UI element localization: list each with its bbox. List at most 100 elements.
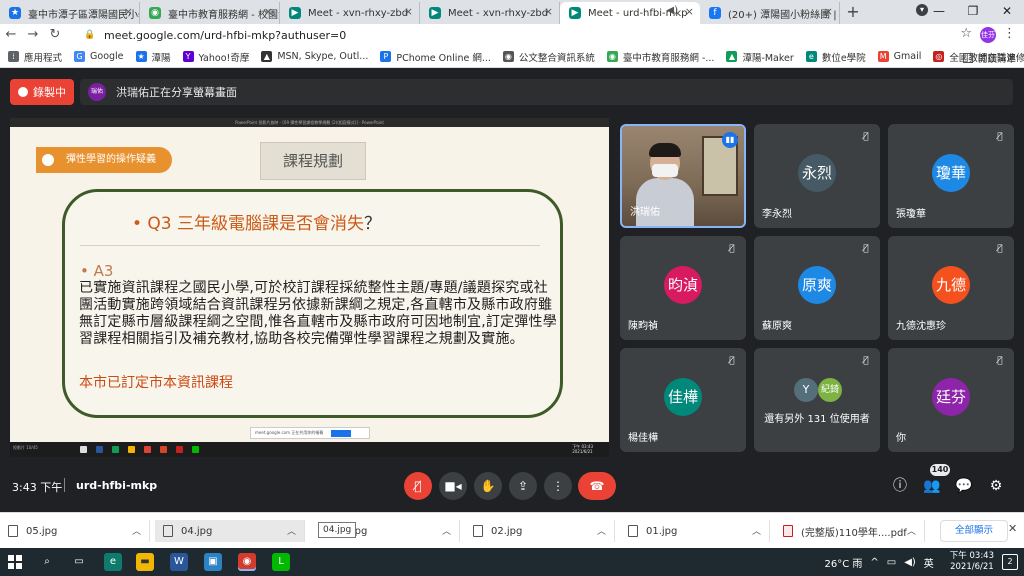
mic-toggle-button[interactable]: 🎙̸ xyxy=(404,472,432,500)
drive-icon: ▲ xyxy=(726,51,738,62)
bookmark-maker[interactable]: ▲ 潭陽-Maker xyxy=(726,50,794,64)
volume-icon[interactable]: ◀) xyxy=(904,557,916,568)
bookmark-elearning[interactable]: e 數位e學院 xyxy=(805,50,866,64)
tab-school[interactable]: ★ 臺中市潭子區潭陽國民小學 × xyxy=(0,2,140,24)
tray-chevron-icon[interactable]: ^ xyxy=(870,557,878,568)
present-button[interactable]: ⇪ xyxy=(509,472,537,500)
presenting-banner: 瑞佑 洪瑞佑正在分享螢幕畫面 xyxy=(80,79,1013,105)
participant-tile[interactable]: 🎙̸ 永烈 李永烈 xyxy=(754,124,880,228)
training-icon: ◎ xyxy=(933,51,945,62)
windows-start-icon[interactable] xyxy=(8,555,22,569)
reading-list[interactable]: 閱讀清單 xyxy=(962,51,1016,65)
tab-meet-urd[interactable]: ▶ Meet - urd-hfbi-mkp ◀) × xyxy=(560,2,700,24)
tab-meet-xvn-2[interactable]: ▶ Meet - xvn-rhxy-zbd × xyxy=(420,2,560,24)
lock-icon[interactable]: 🔒 xyxy=(84,30,98,40)
leave-call-button[interactable]: ☎ xyxy=(578,472,616,500)
new-tab-button[interactable]: + xyxy=(840,2,866,24)
bookmark-yahoo[interactable]: Y Yahoo!奇摩 xyxy=(182,50,250,64)
profile-avatar[interactable]: 佳芬 xyxy=(980,27,996,43)
bookmark-google[interactable]: G Google xyxy=(74,51,124,62)
browser-menu-icon[interactable]: ⋮ xyxy=(1003,26,1016,41)
present-screen-icon: ⇪ xyxy=(517,479,529,493)
meeting-details-icon[interactable]: ⓘ xyxy=(890,476,910,496)
download-filename: 05.jpg xyxy=(26,525,58,537)
show-all-downloads-button[interactable]: 全部顯示 xyxy=(940,520,1008,542)
powerpoint-titlebar: PowerPoint 投影片放映 - [09 彈性學習課程教學規劃 (2)(相容… xyxy=(10,118,609,127)
bookmark-star-icon[interactable]: ☆ xyxy=(960,26,972,41)
chevron-up-icon[interactable]: ︿ xyxy=(752,524,761,537)
activities-icon[interactable]: ⚙ xyxy=(986,476,1006,496)
raise-hand-button[interactable]: ✋ xyxy=(474,472,502,500)
network-icon[interactable]: ▭ xyxy=(887,557,896,568)
download-item[interactable]: (完整版)110學年....pdf ︿ xyxy=(775,520,925,542)
bookmark-tanyang[interactable]: ★ 潭陽 xyxy=(135,50,171,64)
download-item[interactable]: 04.jpg ︿ xyxy=(155,520,305,542)
close-tab-icon[interactable]: × xyxy=(824,5,833,18)
participant-tile-camera[interactable]: ▮▮ 洪瑞佑 xyxy=(620,124,746,228)
bookmark-gmail[interactable]: M Gmail xyxy=(877,51,921,62)
notification-center-icon[interactable]: 2 xyxy=(1002,554,1018,570)
chevron-up-icon[interactable]: ︿ xyxy=(907,524,916,537)
close-shelf-icon[interactable]: ✕ xyxy=(1008,522,1017,535)
bookmark-pchome[interactable]: P PChome Online 網... xyxy=(380,50,491,64)
edge-icon[interactable]: e xyxy=(104,553,122,571)
participant-tile[interactable]: 🎙̸ 佳樺 楊佳樺 xyxy=(620,348,746,452)
tag-bullet-icon xyxy=(40,152,56,168)
speaker-icon[interactable]: ◀) xyxy=(666,5,678,16)
stop-share-button[interactable] xyxy=(331,430,351,437)
download-item[interactable]: 02.jpg ︿ xyxy=(465,520,615,542)
participant-tile[interactable]: 🎙̸ 原爽 蘇原爽 xyxy=(754,236,880,340)
line-icon[interactable]: L xyxy=(272,553,290,571)
back-icon[interactable]: ← xyxy=(0,24,22,46)
participant-tile[interactable]: 🎙̸ 瓊華 張瓊華 xyxy=(888,124,1014,228)
download-item[interactable]: 05.jpg ︿ xyxy=(0,520,150,542)
self-tile[interactable]: 🎙̸ 廷芬 你 xyxy=(888,348,1014,452)
participant-tile[interactable]: 🎙̸ 九德 九德沈惠珍 xyxy=(888,236,1014,340)
task-view-icon[interactable]: ▭ xyxy=(70,553,88,571)
participant-avatar: 紀錡 xyxy=(818,378,842,402)
participant-tile[interactable]: 🎙̸ 昀湞 陳畇禎 xyxy=(620,236,746,340)
bookmark-msn[interactable]: ▲ MSN, Skype, Outl... xyxy=(261,51,368,62)
close-tab-icon[interactable]: × xyxy=(264,5,273,18)
record-dot-icon xyxy=(18,87,28,97)
chevron-up-icon[interactable]: ︿ xyxy=(287,524,296,537)
maximize-icon[interactable]: ❐ xyxy=(956,0,990,24)
system-tray: 26°C 雨 ^ ▭ ◀) 英 下午 03:43 2021/6/21 2 xyxy=(824,548,1024,576)
close-tab-icon[interactable]: × xyxy=(124,5,133,18)
shared-screen[interactable]: PowerPoint 投影片放映 - [09 彈性學習課程教學規劃 (2)(相容… xyxy=(10,118,609,457)
bookmark-edu-service[interactable]: ◉ 臺中市教育服務網 -... xyxy=(606,50,714,64)
more-options-button[interactable]: ⋮ xyxy=(544,472,572,500)
close-window-icon[interactable]: ✕ xyxy=(990,0,1024,24)
chevron-up-icon[interactable]: ︿ xyxy=(132,524,141,537)
bookmark-apps[interactable]: ⁞ 應用程式 xyxy=(8,50,62,64)
recording-indicator[interactable]: 錄製中 xyxy=(10,79,74,105)
photos-icon[interactable]: ▣ xyxy=(204,553,222,571)
download-item[interactable]: 01.jpg ︿ xyxy=(620,520,770,542)
mic-off-icon: 🎙̸ xyxy=(997,244,1003,254)
bookmark-official-doc[interactable]: ◉ 公文整合資訊系統 xyxy=(502,50,595,64)
forward-icon[interactable]: → xyxy=(22,24,44,46)
close-tab-icon[interactable]: × xyxy=(544,5,553,18)
word-icon[interactable]: W xyxy=(170,553,188,571)
tab-meet-xvn-1[interactable]: ▶ Meet - xvn-rhxy-zbd × xyxy=(280,2,420,24)
close-tab-icon[interactable]: × xyxy=(685,5,694,18)
address-bar[interactable]: 🔒 meet.google.com/urd-hfbi-mkp?authuser=… xyxy=(84,26,984,44)
bookmark-label: Yahoo!奇摩 xyxy=(198,52,250,64)
weather-text[interactable]: 26°C 雨 xyxy=(824,555,862,570)
tab-edu-service[interactable]: ◉ 臺中市教育服務網 - 校園活 × xyxy=(140,2,280,24)
more-participants-tile[interactable]: 🎙̸ Y 紀錡 還有另外 131 位使用者 xyxy=(754,348,880,452)
search-icon[interactable]: ⌕ xyxy=(38,553,56,571)
camera-toggle-button[interactable]: ■◂ xyxy=(439,472,467,500)
reload-icon[interactable]: ↻ xyxy=(44,24,66,46)
people-icon[interactable]: 👥 xyxy=(922,476,942,496)
chrome-icon[interactable]: ◉ xyxy=(238,553,256,571)
chevron-up-icon[interactable]: ︿ xyxy=(597,524,606,537)
chevron-up-icon[interactable]: ︿ xyxy=(442,524,451,537)
close-tab-icon[interactable]: × xyxy=(404,5,413,18)
ime-indicator[interactable]: 英 xyxy=(924,555,934,570)
taskbar-clock[interactable]: 下午 03:43 2021/6/21 xyxy=(950,551,994,573)
file-explorer-icon[interactable]: ▬ xyxy=(136,553,154,571)
chat-icon[interactable]: 💬 xyxy=(954,476,974,496)
tab-facebook[interactable]: f (20+) 潭陽國小粉絲團 | Fac × xyxy=(700,2,840,24)
minimize-icon[interactable]: — xyxy=(922,0,956,24)
